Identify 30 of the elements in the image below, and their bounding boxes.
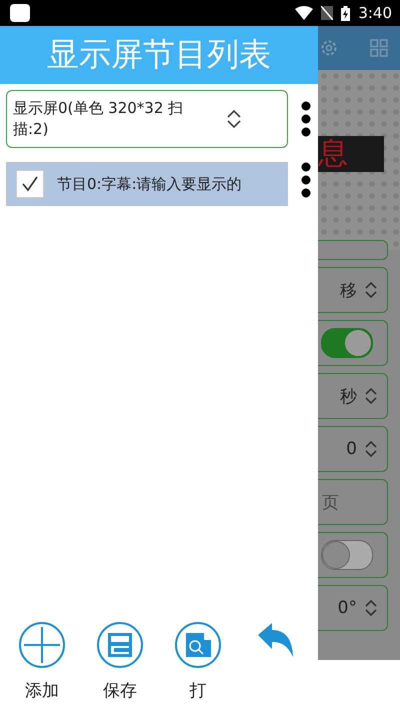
document-search-icon[interactable]	[174, 621, 222, 669]
battery-icon	[341, 6, 350, 20]
checkmark-icon	[21, 175, 39, 193]
chevron-icon	[365, 440, 377, 458]
clock-time: 3:40	[358, 4, 392, 22]
checkbox[interactable]	[16, 170, 44, 198]
button-label: 打	[190, 680, 206, 702]
button-label: 保存	[103, 680, 137, 702]
select-field: 移	[318, 267, 388, 313]
more-icon[interactable]	[300, 101, 312, 137]
more-icon[interactable]	[300, 162, 312, 198]
no-sim-icon	[321, 6, 334, 20]
select-field: 0°	[318, 585, 388, 631]
button-label: 添加	[25, 680, 59, 702]
chevron-icon	[365, 281, 377, 299]
add-icon[interactable]	[18, 621, 66, 669]
program-item[interactable]: 节目0:字幕:请输入要显示的	[6, 162, 288, 206]
save-icon[interactable]	[96, 621, 144, 669]
select-field: 秒	[318, 373, 388, 419]
select-field: 0	[318, 426, 388, 472]
app-icon	[10, 4, 30, 22]
led-text: 息	[318, 136, 384, 172]
chevron-icon	[227, 108, 241, 130]
screen-select[interactable]: 显示屏0(单色 320*32 扫描:2)	[6, 90, 288, 148]
drawer-title: 显示屏节目列表	[47, 34, 271, 75]
wifi-icon	[295, 6, 314, 20]
settings-icon[interactable]	[320, 39, 338, 57]
grid-icon[interactable]	[370, 39, 388, 57]
chevron-icon	[365, 387, 377, 405]
chevron-icon	[365, 599, 377, 617]
